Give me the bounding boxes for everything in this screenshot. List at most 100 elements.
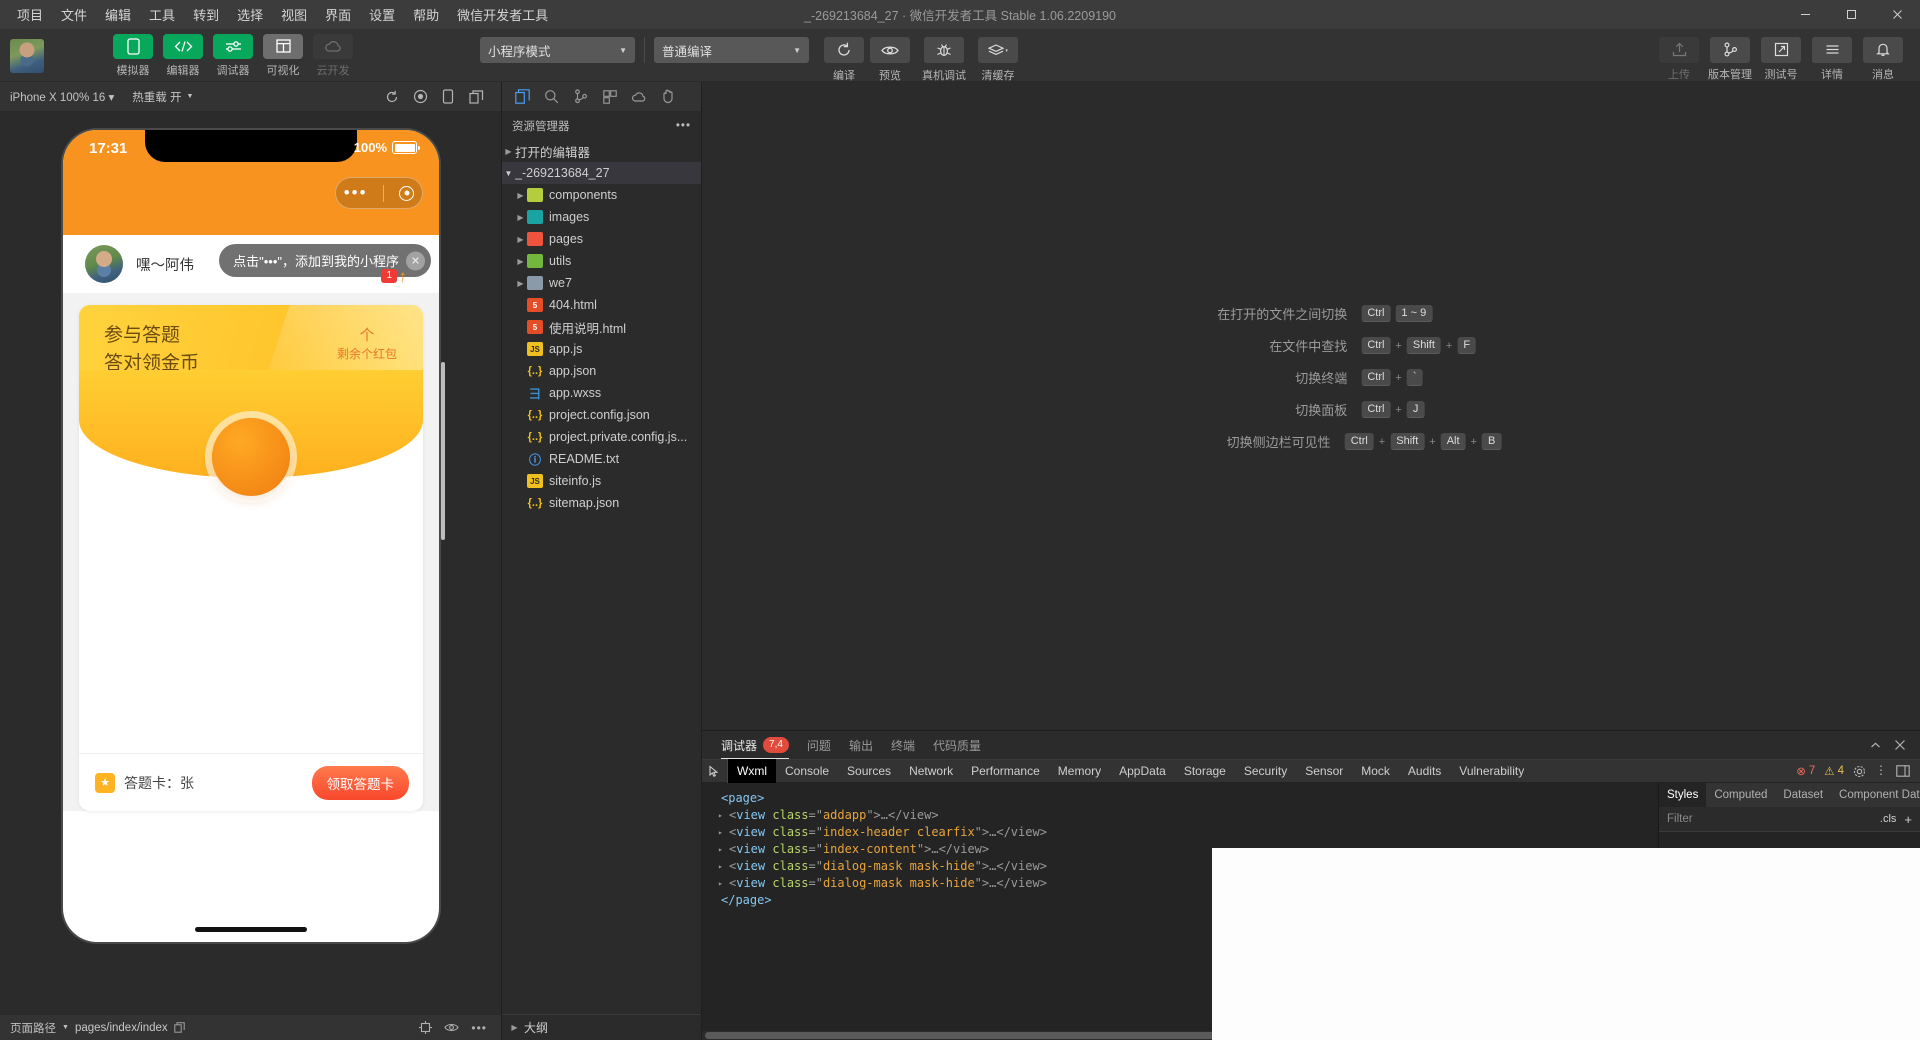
tab-console[interactable]: Console (776, 759, 838, 783)
wechat-capsule[interactable]: ••• (335, 177, 423, 209)
multiscreen-icon[interactable] (463, 86, 489, 108)
inspect-element-icon[interactable] (702, 759, 728, 783)
refresh-icon[interactable] (379, 86, 405, 108)
menu-item-interface[interactable]: 界面 (316, 1, 360, 28)
tree-item-pages[interactable]: ▶ pages (502, 228, 701, 250)
details-button[interactable]: 详情 (1809, 30, 1855, 82)
tab-storage[interactable]: Storage (1175, 759, 1235, 783)
preview-button[interactable]: 预览 (867, 30, 913, 83)
menu-item-settings[interactable]: 设置 (360, 1, 404, 28)
styles-filter-input[interactable]: Filter (1659, 813, 1880, 825)
page-path-group[interactable]: 页面路径 ▼ pages/index/index (0, 1020, 185, 1036)
more-icon[interactable]: ••• (676, 120, 691, 132)
maximize-button[interactable] (1828, 0, 1874, 30)
files-icon[interactable] (510, 85, 535, 109)
tab-terminal[interactable]: 终端 (882, 731, 924, 759)
claim-card-button[interactable]: 领取答题卡 (312, 766, 410, 800)
tab-component-data[interactable]: Component Data (1831, 783, 1920, 807)
search-icon[interactable] (539, 85, 564, 109)
menu-item-devtools[interactable]: 微信开发者工具 (448, 1, 557, 28)
simulator-scrollbar[interactable] (441, 362, 445, 540)
tab-output[interactable]: 输出 (840, 731, 882, 759)
tab-audits[interactable]: Audits (1399, 759, 1450, 783)
error-status[interactable]: ⊗ 7 (1796, 764, 1815, 778)
user-avatar[interactable] (10, 39, 44, 73)
tab-mock[interactable]: Mock (1352, 759, 1399, 783)
tab-network[interactable]: Network (900, 759, 962, 783)
tree-item-utils[interactable]: ▶ utils (502, 250, 701, 272)
tab-sources[interactable]: Sources (838, 759, 900, 783)
warning-status[interactable]: ⚠ 4 (1824, 764, 1844, 778)
tree-item-we7[interactable]: ▶ we7 (502, 272, 701, 294)
record-icon[interactable] (407, 86, 433, 108)
chevron-right-icon[interactable]: ▸ (718, 824, 729, 841)
tree-item-components[interactable]: ▶ components (502, 184, 701, 206)
chevron-right-icon[interactable]: ▸ (718, 875, 729, 892)
cloud-icon[interactable] (626, 85, 651, 109)
tab-performance[interactable]: Performance (962, 759, 1049, 783)
toolbar-visualize-button[interactable]: 可视化 (260, 34, 306, 78)
more-vertical-icon[interactable]: ⋮ (1875, 767, 1887, 774)
target-icon[interactable] (419, 1021, 432, 1034)
chevron-up-icon[interactable] (1869, 739, 1882, 752)
tree-item-app-json[interactable]: {..} app.json (502, 360, 701, 382)
tab-memory[interactable]: Memory (1049, 759, 1110, 783)
tab-styles[interactable]: Styles (1659, 783, 1706, 807)
tab-sensor[interactable]: Sensor (1296, 759, 1352, 783)
chevron-right-icon[interactable]: ▸ (718, 858, 729, 875)
more-icon[interactable]: ••• (471, 1021, 487, 1035)
tab-security[interactable]: Security (1235, 759, 1296, 783)
menu-item-project[interactable]: 项目 (8, 1, 52, 28)
chevron-right-icon[interactable]: ▸ (718, 807, 729, 824)
rotate-icon[interactable] (435, 86, 461, 108)
minimize-button[interactable] (1782, 0, 1828, 30)
close-button[interactable] (1874, 0, 1920, 30)
mode-select[interactable]: 小程序模式 ▼ (480, 37, 635, 63)
tab-vulnerability[interactable]: Vulnerability (1450, 759, 1533, 783)
tree-item-images[interactable]: ▶ images (502, 206, 701, 228)
toolbar-simulator-button[interactable]: 模拟器 (110, 34, 156, 78)
tree-open-editors[interactable]: ▶ 打开的编辑器 (502, 140, 701, 162)
hotreload-select[interactable]: 热重载 开 ▼ (122, 89, 201, 105)
close-icon[interactable]: ✕ (406, 251, 425, 270)
compile-select[interactable]: 普通编译 ▼ (654, 37, 809, 63)
tree-item-sitemap-json[interactable]: {..} sitemap.json (502, 492, 701, 514)
gear-icon[interactable] (1853, 765, 1866, 778)
menu-item-tools[interactable]: 工具 (140, 1, 184, 28)
tree-project-root[interactable]: ▼ _-269213684_27 (502, 162, 701, 184)
tab-problems[interactable]: 问题 (798, 731, 840, 759)
tab-computed[interactable]: Computed (1706, 783, 1775, 807)
wxml-line[interactable]: ▸ <view class="index-header clearfix"> …… (710, 824, 1658, 841)
menu-item-help[interactable]: 帮助 (404, 1, 448, 28)
tab-dataset[interactable]: Dataset (1775, 783, 1831, 807)
menu-item-select[interactable]: 选择 (228, 1, 272, 28)
dock-icon[interactable] (1896, 765, 1910, 777)
menu-item-view[interactable]: 视图 (272, 1, 316, 28)
device-select[interactable]: iPhone X 100% 16 ▾ (0, 90, 122, 104)
tab-code-quality[interactable]: 代码质量 (924, 731, 990, 759)
hand-icon[interactable] (655, 85, 680, 109)
tree-item-siteinfo-js[interactable]: JS siteinfo.js (502, 470, 701, 492)
menu-item-file[interactable]: 文件 (52, 1, 96, 28)
tree-item-project-config[interactable]: {..} project.config.json (502, 404, 701, 426)
toolbar-cloud-button[interactable]: 云开发 (310, 34, 356, 78)
test-account-button[interactable]: 测试号 (1758, 30, 1804, 82)
tree-item-app-js[interactable]: JS app.js (502, 338, 701, 360)
tree-item-app-wxss[interactable]: 彐 app.wxss (502, 382, 701, 404)
tab-wxml[interactable]: Wxml (728, 759, 776, 783)
tree-item-instructions-html[interactable]: 5 使用说明.html (502, 316, 701, 338)
close-target-icon[interactable] (399, 186, 414, 201)
extensions-icon[interactable] (597, 85, 622, 109)
menu-item-goto[interactable]: 转到 (184, 1, 228, 28)
add-rule-button[interactable]: + (1904, 812, 1920, 827)
more-dots-icon[interactable]: ••• (344, 188, 368, 198)
clear-cache-button[interactable]: 清缓存 (975, 30, 1021, 83)
compile-button[interactable]: 编译 (821, 30, 867, 83)
real-device-debug-button[interactable]: 真机调试 (921, 30, 967, 83)
messages-button[interactable]: 消息 (1860, 30, 1906, 82)
tree-item-404-html[interactable]: 5 404.html (502, 294, 701, 316)
cls-button[interactable]: .cls (1880, 813, 1905, 825)
outline-section[interactable]: ▶ 大纲 (502, 1014, 701, 1040)
tab-appdata[interactable]: AppData (1110, 759, 1175, 783)
tree-item-project-private-config[interactable]: {..} project.private.config.js... (502, 426, 701, 448)
